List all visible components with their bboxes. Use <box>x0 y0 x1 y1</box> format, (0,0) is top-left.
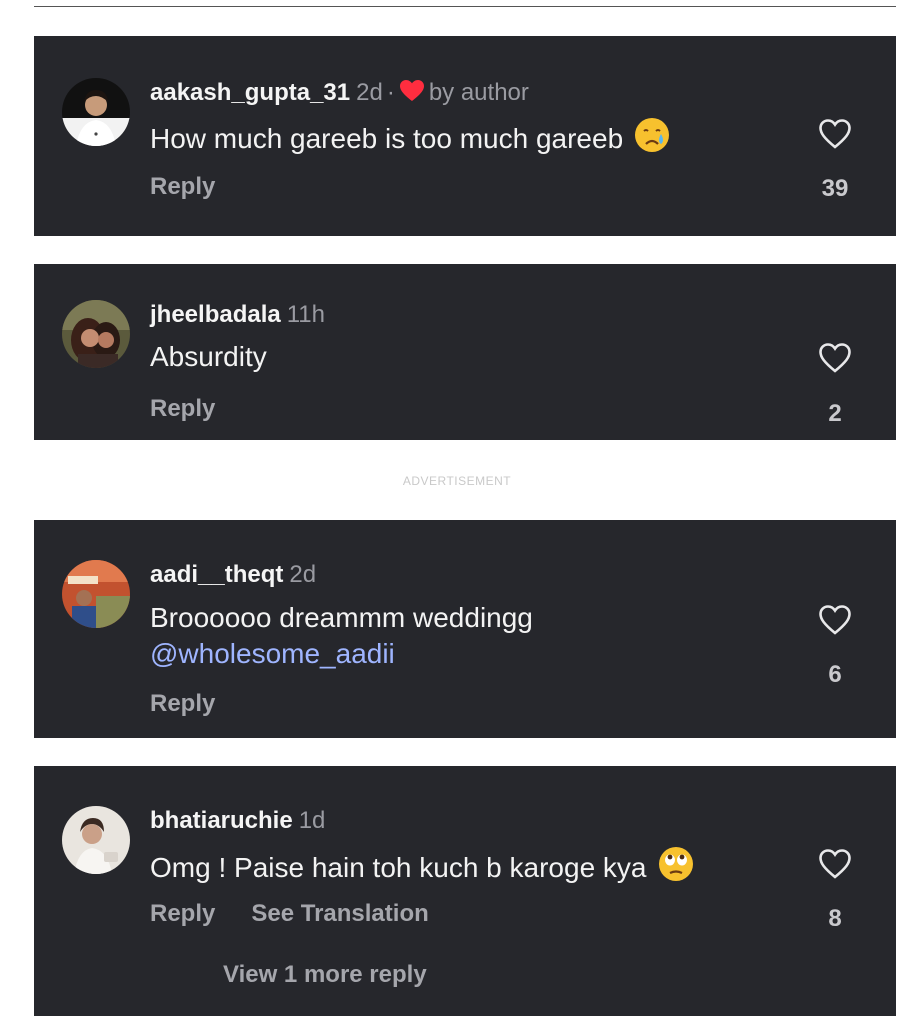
reply-button[interactable]: Reply <box>150 900 215 927</box>
separator: · <box>386 79 395 106</box>
comment-header: aakash_gupta_31 2d · by author <box>150 78 529 111</box>
advertisement-label: ADVERTISEMENT <box>402 474 512 488</box>
reply-row: Reply <box>150 173 215 201</box>
reply-button[interactable]: Reply <box>150 690 215 717</box>
comment-mention-line: @wholesome_aadii <box>150 635 395 672</box>
comment-card: aakash_gupta_31 2d · by author How much gar… <box>34 36 896 236</box>
comment-card: aadi__theqt 2d Broooooo dreammm weddingg … <box>34 520 896 738</box>
username[interactable]: bhatiaruchie <box>150 807 293 834</box>
view-more-replies-button[interactable]: View 1 more reply <box>223 961 427 989</box>
comment-header: jheelbadala 11h <box>150 300 325 330</box>
comment-text: Absurdity <box>150 338 267 375</box>
timestamp: 2d <box>356 79 383 106</box>
username[interactable]: jheelbadala <box>150 301 281 328</box>
timestamp: 1d <box>298 807 326 834</box>
reply-row: Reply <box>150 690 215 718</box>
avatar[interactable] <box>62 300 130 368</box>
like-count: 8 <box>828 905 842 932</box>
reply-row: Reply See Translation <box>150 900 429 928</box>
crying-face-emoji <box>633 116 671 163</box>
comment-body: How much gareeb is too much gareeb <box>150 123 624 154</box>
reply-button[interactable]: Reply <box>150 395 215 422</box>
like-heart-icon[interactable] <box>818 848 852 880</box>
like-heart-icon[interactable] <box>818 604 852 636</box>
timestamp: 2d <box>289 561 317 588</box>
heart-icon <box>399 79 425 111</box>
comment-header: aadi__theqt 2d <box>150 560 316 590</box>
avatar[interactable] <box>62 560 130 628</box>
comment-card: bhatiaruchie 1d Omg ! Paise hain toh kuch… <box>34 766 896 1016</box>
like-count: 6 <box>828 661 842 688</box>
reply-button[interactable]: Reply <box>150 173 215 200</box>
comment-body: Broooooo dreammm weddingg <box>150 602 533 633</box>
comment-text: How much gareeb is too much gareeb <box>150 116 671 163</box>
top-divider <box>34 6 896 7</box>
comment-body: Absurdity <box>150 341 267 372</box>
mention-link[interactable]: @wholesome_aadii <box>150 638 395 669</box>
comment-body: Omg ! Paise hain toh kuch b karoge kya <box>150 852 647 883</box>
eye-roll-emoji <box>657 845 695 892</box>
like-count: 2 <box>828 400 842 427</box>
username[interactable]: aadi__theqt <box>150 561 283 588</box>
see-translation-button[interactable]: See Translation <box>251 900 428 927</box>
username[interactable]: aakash_gupta_31 <box>150 79 350 106</box>
like-count: 39 <box>821 175 849 202</box>
timestamp: 11h <box>286 301 325 328</box>
comment-text: Broooooo dreammm weddingg <box>150 599 533 636</box>
comment-header: bhatiaruchie 1d <box>150 806 325 836</box>
avatar[interactable] <box>62 78 130 146</box>
comment-text: Omg ! Paise hain toh kuch b karoge kya <box>150 845 695 892</box>
like-heart-icon[interactable] <box>818 342 852 374</box>
comment-card: jheelbadala 11h Absurdity Reply 2 <box>34 264 896 440</box>
by-author-label: by author <box>428 79 529 106</box>
like-heart-icon[interactable] <box>818 118 852 150</box>
reply-row: Reply <box>150 395 215 423</box>
avatar[interactable] <box>62 806 130 874</box>
